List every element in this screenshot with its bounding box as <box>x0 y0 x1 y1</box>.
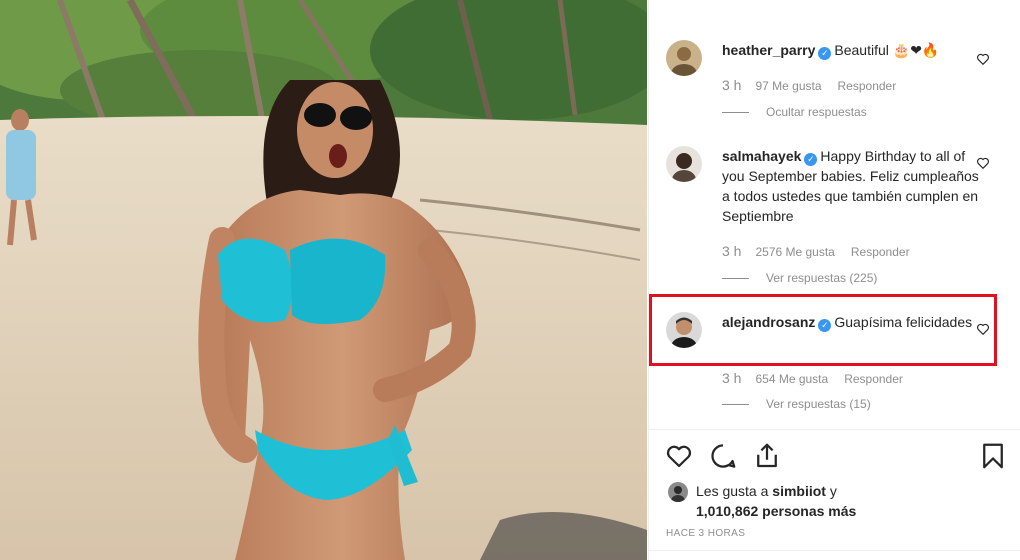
comment-username[interactable]: heather_parry <box>722 42 815 58</box>
comment-age: 3 h <box>722 370 742 386</box>
section-divider <box>648 429 1020 430</box>
comments-panel: heather_parry ✓ Beautiful 🎂❤🔥 3 h 97 Me gus… <box>648 0 1020 560</box>
comment-text: heather_parry ✓ Beautiful 🎂❤🔥 <box>722 40 984 60</box>
divider-dash <box>722 112 749 114</box>
comment-meta: 3 h 97 Me gusta Responder <box>722 77 896 93</box>
replies-toggle-label: Ocultar respuestas <box>766 105 867 119</box>
post-timestamp[interactable]: HACE 3 HORAS <box>666 528 745 539</box>
likes-summary: Les gusta a simbiiot y 1,010,862 persona… <box>696 481 856 521</box>
highlight-box <box>649 294 997 366</box>
comment-username[interactable]: salmahayek <box>722 148 801 164</box>
avatar[interactable] <box>666 40 702 76</box>
liker-username[interactable]: simbiiot <box>772 483 826 499</box>
comment-meta: 3 h 654 Me gusta Responder <box>722 370 903 386</box>
comment-icon[interactable] <box>708 441 738 471</box>
post-photo <box>0 0 647 560</box>
likes-middle: y <box>825 483 837 499</box>
comment-meta: 3 h 2576 Me gusta Responder <box>722 243 910 259</box>
replies-toggle[interactable]: Ver respuestas (225) <box>722 271 877 285</box>
comment-likes[interactable]: 654 Me gusta <box>755 372 828 386</box>
comment-age: 3 h <box>722 77 742 93</box>
comment-likes[interactable]: 2576 Me gusta <box>755 245 834 259</box>
divider-dash <box>722 278 749 280</box>
heart-icon[interactable] <box>976 52 990 66</box>
replies-toggle[interactable]: Ver respuestas (15) <box>722 397 871 411</box>
comment-body: Beautiful 🎂❤🔥 <box>834 42 940 58</box>
likes-prefix: Les gusta a <box>696 483 773 499</box>
reply-button[interactable]: Responder <box>844 372 903 386</box>
replies-toggle[interactable]: Ocultar respuestas <box>722 105 867 119</box>
likes-count[interactable]: 1,010,862 personas más <box>696 503 856 519</box>
comment-text: salmahayek ✓ Happy Birthday to all of you … <box>722 146 984 226</box>
verified-badge-icon: ✓ <box>818 47 832 60</box>
reply-button[interactable]: Responder <box>851 245 910 259</box>
replies-toggle-label: Ver respuestas (225) <box>766 271 878 285</box>
section-divider <box>648 550 1020 551</box>
bookmark-icon[interactable] <box>978 441 1008 471</box>
avatar[interactable] <box>666 146 702 182</box>
comment-age: 3 h <box>722 243 742 259</box>
heart-icon[interactable] <box>664 441 694 471</box>
liker-avatar[interactable] <box>668 482 688 502</box>
replies-toggle-label: Ver respuestas (15) <box>766 397 871 411</box>
reply-button[interactable]: Responder <box>838 79 897 93</box>
verified-badge-icon: ✓ <box>804 153 818 166</box>
divider-dash <box>722 404 749 406</box>
share-icon[interactable] <box>752 441 782 471</box>
comment-likes[interactable]: 97 Me gusta <box>755 79 821 93</box>
heart-icon[interactable] <box>976 156 990 170</box>
